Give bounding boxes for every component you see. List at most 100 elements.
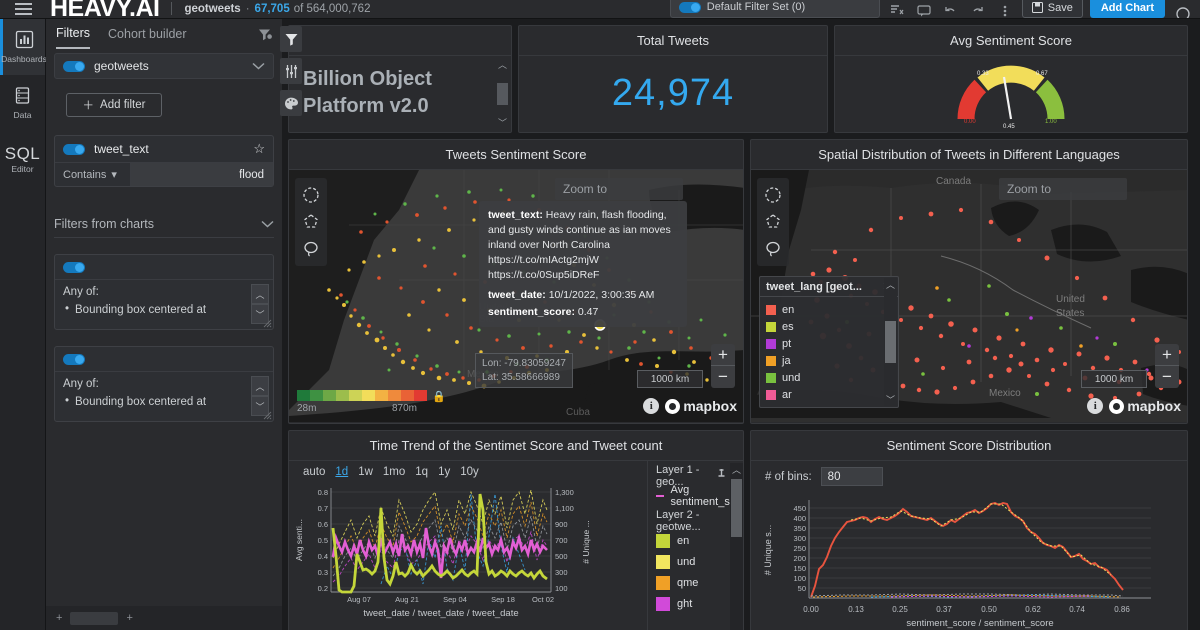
layer-1-series[interactable]: Avg sentiment_s... [656, 484, 739, 508]
legend-item[interactable]: ja [766, 352, 892, 369]
zoom-out-button[interactable]: − [1155, 366, 1179, 388]
legend-scrollbar[interactable]: ︿ ﹀ [884, 278, 897, 406]
chart-filter-toggle[interactable] [63, 353, 85, 365]
settings-sliders-icon[interactable] [280, 58, 302, 84]
filter-set-selector[interactable]: Default Filter Set (0) [669, 0, 880, 18]
bin-1d[interactable]: 1d [335, 466, 348, 478]
stepper-up-icon[interactable]: ︿ [251, 376, 269, 396]
bin-10y[interactable]: 10y [460, 466, 479, 478]
svg-text:200: 200 [793, 554, 806, 563]
bin-1q[interactable]: 1q [415, 466, 428, 478]
chart-filter-toggle[interactable] [63, 261, 85, 273]
circle-select-icon[interactable] [761, 183, 785, 207]
sidebar-item-data[interactable]: Data [0, 75, 45, 131]
save-button[interactable]: Save [1021, 0, 1083, 18]
heavyai-dashboard: HEAVY.AI geotweets · 67,705 of 564,000,7… [0, 0, 1200, 630]
circle-select-icon[interactable] [299, 183, 323, 207]
sidebar-item-sql-editor[interactable]: SQL Editor [0, 131, 45, 187]
sidebar-item-dashboards[interactable]: Dashboards [0, 19, 47, 75]
filter-icon[interactable] [280, 26, 302, 52]
layer-1-header[interactable]: Layer 1 - geo... [656, 464, 739, 488]
scroll-up-icon[interactable]: ︿ [498, 58, 507, 71]
legend-item[interactable]: qme [656, 572, 739, 593]
dataset-toggle[interactable] [63, 60, 85, 72]
scroll-up-icon[interactable]: ︿ [732, 463, 741, 476]
menu-icon[interactable] [0, 0, 46, 18]
avatar[interactable] [1172, 0, 1194, 18]
filter-operator-select[interactable]: Contains ▾ [55, 163, 131, 186]
chevron-down-icon[interactable] [252, 59, 265, 73]
comment-icon[interactable] [914, 0, 934, 18]
bin-1mo[interactable]: 1mo [383, 466, 405, 478]
legend-item[interactable]: en [656, 530, 739, 551]
tab-filters[interactable]: Filters [56, 19, 91, 49]
legend-item[interactable]: und [766, 369, 892, 386]
zoom-to-input[interactable]: Zoom to [999, 178, 1127, 200]
filters-from-charts-header[interactable]: Filters from charts [54, 217, 274, 238]
zoom-out-button[interactable]: − [711, 366, 735, 388]
bin-1w[interactable]: 1w [358, 466, 373, 478]
zoom-to-input[interactable]: Zoom to [555, 178, 683, 200]
chart-filter-stepper[interactable]: ︿ ﹀ [251, 284, 269, 324]
map-canvas-sentiment[interactable]: UnitedSta MexicoCuba [289, 170, 743, 422]
pin-icon[interactable] [717, 469, 726, 483]
zoom-in-button[interactable]: + [1155, 344, 1179, 366]
scroll-down-icon[interactable]: ﹀ [886, 393, 895, 406]
lasso-select-icon[interactable] [299, 237, 323, 261]
zoom-in-button[interactable]: + [711, 344, 735, 366]
palette-icon[interactable] [280, 90, 302, 116]
legend-item[interactable]: ar [766, 386, 892, 403]
card-title [289, 26, 511, 56]
legend-item[interactable]: und [656, 551, 739, 572]
chart-filter-stepper[interactable]: ︿ ﹀ [251, 376, 269, 416]
stepper-up-icon[interactable]: ︿ [251, 284, 269, 304]
legend-swatches: 🔒 [297, 390, 446, 403]
filter-dataset-row[interactable]: geotweets [54, 53, 274, 79]
filter-value-input[interactable]: flood [131, 163, 273, 186]
svg-text:Aug 07: Aug 07 [347, 595, 371, 604]
legend-item[interactable]: ght [656, 593, 739, 614]
card-title: Time Trend of the Sentimet Score and Twe… [289, 431, 743, 461]
footer-pill[interactable] [70, 611, 119, 625]
svg-text:100: 100 [793, 574, 806, 583]
info-icon[interactable]: i [1087, 398, 1104, 414]
info-icon[interactable]: i [643, 398, 660, 414]
more-options-icon[interactable] [995, 0, 1015, 18]
filter-toggle[interactable] [63, 143, 85, 155]
lasso-select-icon[interactable] [761, 237, 785, 261]
add-filter-button[interactable]: ＋ Add filter [66, 93, 162, 117]
tab-cohort-builder[interactable]: Cohort builder [108, 19, 187, 49]
redo-icon[interactable] [968, 0, 988, 18]
top-bar-actions: Default Filter Set (0) Save Add Chart [669, 0, 1200, 18]
undo-icon[interactable] [941, 0, 961, 18]
lock-icon[interactable]: 🔒 [432, 390, 446, 403]
scrollbar[interactable]: ︿ ﹀ [496, 58, 509, 129]
left-nav-rail: Dashboards Data SQL Editor [0, 19, 47, 630]
legend-item[interactable]: en [766, 301, 892, 318]
clear-filters-icon[interactable] [887, 0, 907, 18]
map-canvas-languages[interactable]: Canada United States Mexico Zoom to twee… [751, 170, 1187, 422]
layer-2-label: Layer 2 - geotwe... [656, 509, 701, 533]
polygon-select-icon[interactable] [761, 210, 785, 234]
layer-2-header[interactable]: Layer 2 - geotwe... [656, 509, 739, 533]
filter-set-toggle[interactable] [678, 1, 701, 13]
scroll-down-icon[interactable]: ﹀ [498, 116, 507, 129]
scroll-thumb[interactable] [497, 82, 508, 105]
scroll-thumb[interactable] [731, 479, 742, 537]
resize-handle-icon[interactable] [263, 411, 272, 420]
bin-auto[interactable]: auto [303, 466, 325, 478]
legend-scrollbar[interactable]: ︿ [730, 463, 743, 630]
chevron-down-icon[interactable] [261, 217, 274, 231]
scroll-thumb[interactable] [885, 321, 896, 363]
filter-star-icon[interactable] [258, 28, 272, 41]
star-icon[interactable]: ☆ [253, 141, 265, 157]
legend-item[interactable]: es [766, 318, 892, 335]
polygon-select-icon[interactable] [299, 210, 323, 234]
bins-input[interactable]: 80 [820, 467, 883, 486]
add-chart-button[interactable]: Add Chart [1089, 0, 1165, 18]
filter-card-header: tweet_text ☆ [55, 136, 273, 162]
resize-handle-icon[interactable] [263, 319, 272, 328]
scroll-up-icon[interactable]: ︿ [886, 278, 895, 291]
bin-1y[interactable]: 1y [438, 466, 450, 478]
legend-item[interactable]: pt [766, 335, 892, 352]
